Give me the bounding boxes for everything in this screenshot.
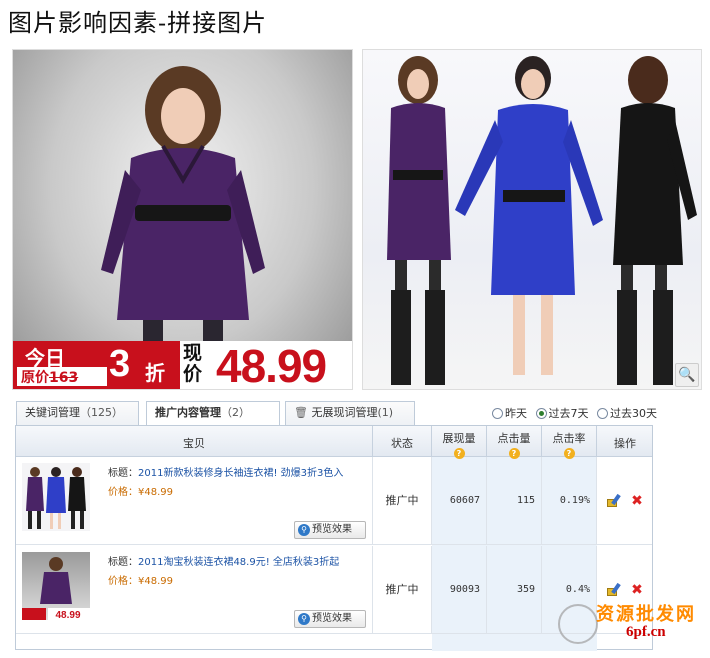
impressions-cell: 90093 bbox=[432, 546, 487, 634]
preview-label: 预览效果 bbox=[312, 613, 352, 624]
trash-icon: 🗑 bbox=[294, 406, 308, 419]
header-impressions[interactable]: 展现量? bbox=[432, 426, 487, 459]
item-cell: 48.99 标题：2011淘宝秋装连衣裙48.9元! 全店秋装3折起 价格：¥4… bbox=[16, 546, 373, 634]
date-range-selector: 昨天 过去7天 过去30天 bbox=[492, 405, 662, 422]
status-cell: 推广中 bbox=[373, 546, 432, 634]
radio-dot[interactable] bbox=[597, 407, 608, 419]
magnifier-icon: ⚲ bbox=[298, 613, 310, 625]
radio-label: 过去7天 bbox=[548, 407, 589, 420]
promo-discount-number: 3 bbox=[109, 343, 131, 385]
header-item: 宝贝 bbox=[16, 426, 373, 457]
header-ctr[interactable]: 点击率? bbox=[542, 426, 597, 459]
item-title-link[interactable]: 2011新款秋装修身长袖连衣裙! 劲爆3折3色入 bbox=[138, 468, 343, 479]
radio-past-30-days[interactable]: 过去30天 bbox=[597, 405, 657, 421]
table-row: 标题：2011新款秋装修身长袖连衣裙! 劲爆3折3色入 价格：¥48.99 ⚲ 预… bbox=[16, 457, 652, 545]
header-ops: 操作 bbox=[614, 437, 636, 450]
clicks-cell: 359 bbox=[487, 546, 542, 634]
tab-label: 推广内容管理 bbox=[155, 406, 221, 419]
watermark-circle bbox=[558, 604, 598, 644]
radio-dot[interactable] bbox=[492, 407, 503, 419]
promo-discount-box: 今日 原价163 3 折 bbox=[13, 341, 180, 389]
price-value: ¥48.99 bbox=[138, 487, 173, 498]
radio-dot[interactable] bbox=[535, 407, 547, 419]
three-models-figure bbox=[387, 56, 697, 385]
status-cell: 推广中 bbox=[373, 457, 432, 545]
model-purple-dress-figure bbox=[101, 66, 265, 343]
thumb-price-text: 48.99 bbox=[55, 610, 80, 620]
header-status: 状态 bbox=[373, 426, 432, 457]
preview-button[interactable]: ⚲ 预览效果 bbox=[294, 610, 366, 628]
preview-button[interactable]: ⚲ 预览效果 bbox=[294, 521, 366, 539]
page-title: 图片影响因素-拼接图片 bbox=[8, 9, 268, 37]
table-row: 48.99 标题：2011淘宝秋装连衣裙48.9元! 全店秋装3折起 价格：¥4… bbox=[16, 546, 652, 634]
single-product-photo: 今日 原价163 3 折 现价 48.99 bbox=[12, 49, 353, 390]
item-title: 标题：2011淘宝秋装连衣裙48.9元! 全店秋装3折起 bbox=[108, 553, 339, 568]
product-thumbnail-single[interactable]: 48.99 bbox=[22, 552, 90, 620]
promo-now-label: 现价 bbox=[183, 342, 203, 385]
zoom-icon[interactable]: 🔍 bbox=[675, 363, 699, 387]
item-title: 标题：2011新款秋装修身长袖连衣裙! 劲爆3折3色入 bbox=[108, 464, 343, 479]
impressions-cell: 60607 bbox=[432, 457, 487, 545]
watermark-line1: 资源批发网 bbox=[596, 604, 696, 625]
promo-orig-label: 原价 bbox=[21, 370, 49, 386]
thumbnail-three-models bbox=[26, 467, 86, 529]
table-header: 宝贝 状态 展现量? 点击量? 点击率? 操作 bbox=[16, 426, 652, 459]
promo-orig-value: 163 bbox=[49, 370, 79, 386]
tab-no-impression-words[interactable]: 🗑 无展现词管理(1) bbox=[285, 401, 415, 425]
preview-label: 预览效果 bbox=[312, 524, 352, 535]
tab-keyword-management[interactable]: 关键词管理（125） bbox=[16, 401, 139, 425]
ops-cell: ✖ bbox=[597, 457, 653, 545]
tab-label: 关键词管理 bbox=[25, 406, 80, 419]
clicks-cell: 115 bbox=[487, 457, 542, 545]
radio-label: 过去30天 bbox=[610, 407, 657, 420]
promo-price: 48.99 bbox=[216, 340, 327, 390]
magnifier-icon: ⚲ bbox=[298, 524, 310, 536]
tab-count: （125） bbox=[80, 406, 123, 419]
product-thumbnail-stitched[interactable] bbox=[22, 463, 90, 531]
item-price: 价格：¥48.99 bbox=[108, 483, 173, 498]
promo-zhe-label: 折 bbox=[145, 361, 165, 385]
header-clicks[interactable]: 点击量? bbox=[487, 426, 542, 459]
item-title-link[interactable]: 2011淘宝秋装连衣裙48.9元! 全店秋装3折起 bbox=[138, 557, 339, 568]
tab-label: 无展现词管理 bbox=[311, 406, 378, 419]
item-price: 价格：¥48.99 bbox=[108, 572, 173, 587]
delete-icon[interactable]: ✖ bbox=[631, 583, 643, 597]
promo-banner: 今日 原价163 3 折 现价 48.99 bbox=[13, 340, 352, 390]
tab-count: (1) bbox=[377, 406, 394, 419]
price-value: ¥48.99 bbox=[138, 576, 173, 587]
radio-yesterday[interactable]: 昨天 bbox=[492, 405, 527, 421]
stitched-product-photo: 🔍 bbox=[362, 49, 702, 390]
tab-promotion-content[interactable]: 推广内容管理（2） bbox=[146, 401, 280, 426]
edit-icon[interactable] bbox=[607, 493, 623, 508]
site-watermark: 资源批发网 6pf.cn bbox=[558, 600, 706, 648]
price-label: 价格： bbox=[108, 576, 138, 587]
edit-icon[interactable] bbox=[607, 582, 623, 597]
price-label: 价格： bbox=[108, 487, 138, 498]
tab-count: （2） bbox=[221, 406, 250, 419]
promo-original-price: 原价163 bbox=[17, 367, 107, 386]
radio-label: 昨天 bbox=[505, 407, 527, 420]
radio-past-7-days[interactable]: 过去7天 bbox=[535, 405, 589, 421]
item-cell: 标题：2011新款秋装修身长袖连衣裙! 劲爆3折3色入 价格：¥48.99 ⚲ 预… bbox=[16, 457, 373, 545]
title-label: 标题： bbox=[108, 468, 138, 479]
title-label: 标题： bbox=[108, 557, 138, 568]
thumbnail-single-model: 48.99 bbox=[22, 557, 90, 620]
watermark-line2: 6pf.cn bbox=[626, 624, 666, 640]
delete-icon[interactable]: ✖ bbox=[631, 494, 643, 508]
ctr-cell: 0.19% bbox=[542, 457, 597, 545]
